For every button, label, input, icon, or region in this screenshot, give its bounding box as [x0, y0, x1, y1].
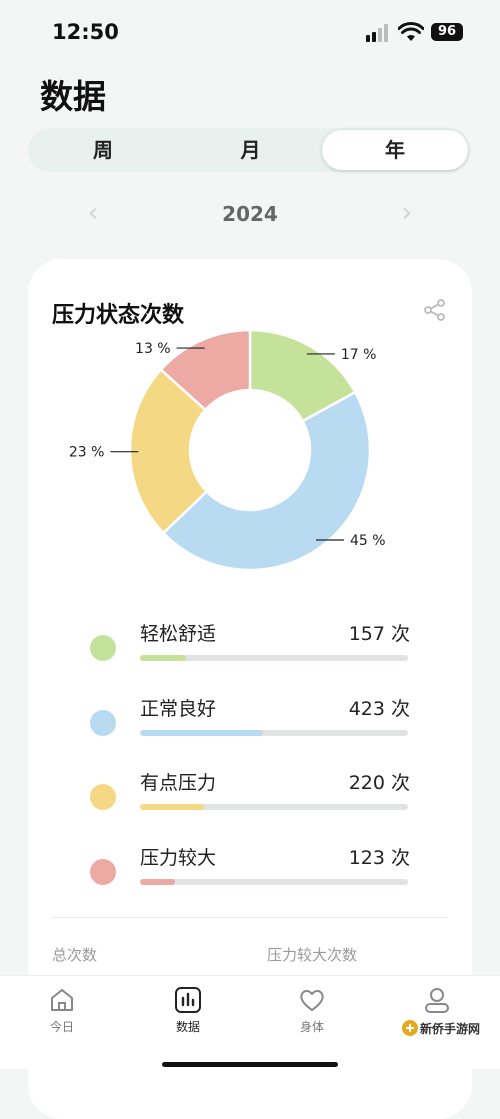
legend-dot [90, 635, 116, 661]
high-stress-count-label: 压力较大次数 [267, 946, 358, 964]
watermark: 新侨手游网 [398, 1013, 494, 1043]
legend-count: 157 次 [348, 623, 410, 645]
page-title: 数据 [40, 77, 106, 116]
battery-indicator: 96 [431, 23, 463, 41]
legend-label: 压力较大 [140, 847, 217, 869]
legend-count: 423 次 [348, 698, 410, 720]
heart-icon [300, 990, 324, 1011]
percent-label-1: 17 % [341, 347, 377, 363]
status-time: 12:50 [52, 20, 119, 44]
legend-dot [90, 710, 116, 736]
watermark-logo-icon [402, 1020, 418, 1036]
percent-label-2: 45 % [350, 533, 386, 549]
legend-row-slight-stress: 有点压力 220 次 [86, 768, 416, 828]
legend-dot [90, 784, 116, 810]
tab-month[interactable]: 月 [178, 128, 323, 172]
legend-label: 正常良好 [140, 698, 217, 720]
legend-label: 轻松舒适 [140, 623, 217, 645]
tab-label: 今日 [49, 1020, 74, 1034]
legend-count: 123 次 [348, 847, 410, 869]
user-icon [425, 988, 449, 1013]
progress-track [140, 804, 408, 810]
progress-track [140, 730, 408, 736]
stress-donut-chart: 17 % 45 % 23 % 13 % [69, 328, 386, 572]
progress-track [140, 655, 408, 661]
period-segmented-control: 周 月 年 [28, 128, 470, 172]
tab-week[interactable]: 周 [28, 128, 178, 172]
total-count-label: 总次数 [52, 946, 98, 964]
progress-fill [140, 730, 264, 736]
tab-label: 数据 [175, 1020, 200, 1034]
chevron-right-icon[interactable]: › [392, 196, 422, 232]
tab-body[interactable]: 身体 [272, 986, 352, 1046]
legend-label: 有点压力 [140, 772, 217, 794]
cellular-signal-icon [366, 24, 390, 42]
progress-fill [140, 879, 175, 885]
status-bar: 12:50 96 [0, 0, 500, 64]
home-icon [51, 989, 73, 1011]
progress-fill [140, 655, 186, 661]
year-label: 2024 [222, 202, 278, 226]
legend-row-relaxed: 轻松舒适 157 次 [86, 619, 416, 679]
legend-row-high-stress: 压力较大 123 次 [86, 843, 416, 903]
percent-label-3: 23 % [69, 445, 105, 461]
legend-dot [90, 859, 116, 885]
divider [52, 917, 448, 918]
tab-today[interactable]: 今日 [22, 986, 102, 1046]
tab-label: 身体 [299, 1020, 324, 1034]
legend-row-normal: 正常良好 423 次 [86, 694, 416, 754]
progress-track [140, 879, 408, 885]
chart-icon [175, 987, 201, 1013]
home-indicator [162, 1062, 338, 1067]
tab-year[interactable]: 年 [322, 130, 468, 170]
percent-label-4: 13 % [135, 341, 171, 357]
year-navigator: ‹ 2024 › [0, 196, 500, 232]
legend-count: 220 次 [348, 772, 410, 794]
progress-fill [140, 804, 205, 810]
watermark-text: 新侨手游网 [420, 1022, 481, 1036]
wifi-icon [398, 22, 424, 41]
tab-data[interactable]: 数据 [148, 986, 228, 1046]
